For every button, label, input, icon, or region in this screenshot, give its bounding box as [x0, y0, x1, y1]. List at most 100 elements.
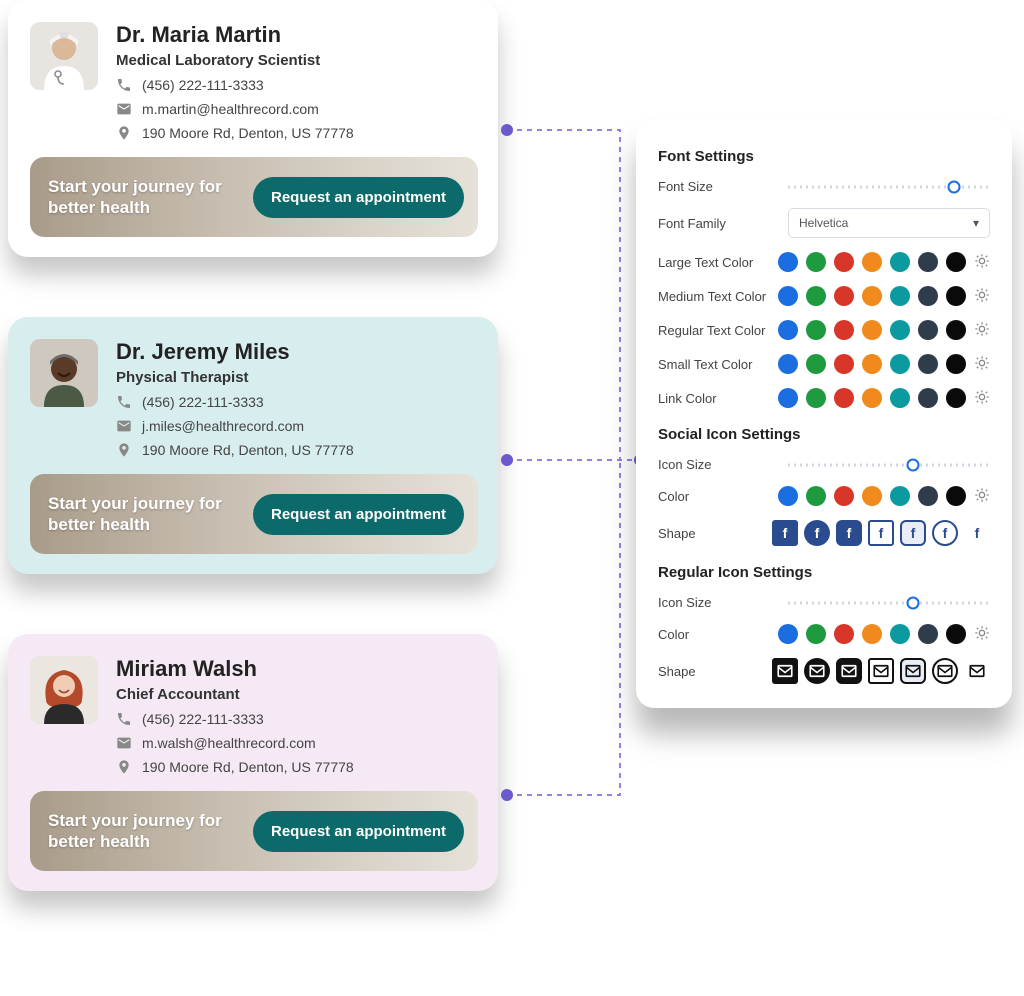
- link-color-swatch[interactable]: [834, 388, 854, 408]
- link-color-swatch[interactable]: [862, 388, 882, 408]
- social-color-swatch[interactable]: [946, 486, 966, 506]
- social-color-swatch[interactable]: [862, 486, 882, 506]
- phone-icon: [116, 394, 132, 410]
- email-value: j.miles@healthrecord.com: [142, 418, 304, 434]
- color-picker-icon[interactable]: [974, 487, 990, 506]
- link-color-swatch[interactable]: [890, 388, 910, 408]
- social-color-row: Color: [658, 486, 990, 506]
- color-picker-icon[interactable]: [974, 287, 990, 306]
- regular-text-color-swatch[interactable]: [890, 320, 910, 340]
- social-settings-heading: Social Icon Settings: [658, 426, 990, 443]
- request-appointment-button[interactable]: Request an appointment: [253, 177, 464, 218]
- social-color-swatch[interactable]: [834, 486, 854, 506]
- small-text-color-swatch[interactable]: [806, 354, 826, 374]
- medium-text-color-swatch[interactable]: [946, 286, 966, 306]
- regular-color-swatch[interactable]: [862, 624, 882, 644]
- small-text-color-swatch[interactable]: [918, 354, 938, 374]
- avatar: [30, 22, 98, 90]
- social-color-swatch[interactable]: [778, 486, 798, 506]
- social-color-swatch[interactable]: [890, 486, 910, 506]
- social-shape-circle[interactable]: f: [804, 520, 830, 546]
- medium-text-color-swatch[interactable]: [918, 286, 938, 306]
- regular-icon-size-label: Icon Size: [658, 595, 788, 610]
- color-picker-icon[interactable]: [974, 355, 990, 374]
- regular-color-swatch[interactable]: [890, 624, 910, 644]
- color-picker-icon[interactable]: [974, 389, 990, 408]
- regular-shape-outline-square[interactable]: [868, 658, 894, 684]
- medium-text-color-swatch[interactable]: [834, 286, 854, 306]
- social-shape-rounded[interactable]: f: [836, 520, 862, 546]
- small-text-color-swatches: [778, 354, 990, 374]
- social-shape-plain[interactable]: f: [964, 520, 990, 546]
- color-picker-icon[interactable]: [974, 321, 990, 340]
- regular-text-color-swatch[interactable]: [834, 320, 854, 340]
- social-shape-outline-square[interactable]: f: [868, 520, 894, 546]
- regular-text-color-swatch[interactable]: [918, 320, 938, 340]
- large-text-color-swatch[interactable]: [862, 252, 882, 272]
- regular-color-swatch[interactable]: [834, 624, 854, 644]
- large-text-color-swatch[interactable]: [778, 252, 798, 272]
- banner-tagline: Start your journey for better health: [48, 176, 248, 219]
- large-text-color-swatch[interactable]: [806, 252, 826, 272]
- request-appointment-button[interactable]: Request an appointment: [253, 494, 464, 535]
- medium-text-color-swatch[interactable]: [890, 286, 910, 306]
- regular-shape-rounded[interactable]: [836, 658, 862, 684]
- email-value: m.walsh@healthrecord.com: [142, 735, 316, 751]
- regular-text-color-swatch[interactable]: [806, 320, 826, 340]
- small-text-color-swatch[interactable]: [834, 354, 854, 374]
- link-color-swatch[interactable]: [946, 388, 966, 408]
- regular-color-swatch[interactable]: [778, 624, 798, 644]
- regular-shape-plain[interactable]: [964, 658, 990, 684]
- regular-color-swatch[interactable]: [918, 624, 938, 644]
- regular-text-color-swatch[interactable]: [946, 320, 966, 340]
- color-picker-icon[interactable]: [974, 625, 990, 644]
- cta-banner: Start your journey for better health Req…: [30, 157, 478, 237]
- regular-shape-square[interactable]: [772, 658, 798, 684]
- social-shape-outline-circle[interactable]: f: [932, 520, 958, 546]
- address-value: 190 Moore Rd, Denton, US 77778: [142, 125, 354, 141]
- social-shape-options: f f f f f f f: [772, 520, 990, 546]
- cta-banner: Start your journey for better health Req…: [30, 474, 478, 554]
- font-family-select[interactable]: Helvetica ▾: [788, 208, 990, 238]
- link-color-swatch[interactable]: [918, 388, 938, 408]
- font-size-row: Font Size: [658, 179, 990, 194]
- chevron-down-icon: ▾: [973, 216, 979, 230]
- small-text-color-label: Small Text Color: [658, 357, 778, 372]
- small-text-color-swatch[interactable]: [778, 354, 798, 374]
- regular-text-color-swatch[interactable]: [778, 320, 798, 340]
- social-icon-size-slider[interactable]: [788, 458, 990, 472]
- social-shape-outline-round[interactable]: f: [900, 520, 926, 546]
- large-text-color-swatch[interactable]: [834, 252, 854, 272]
- banner-tagline: Start your journey for better health: [48, 810, 248, 853]
- large-text-color-swatch[interactable]: [918, 252, 938, 272]
- link-color-swatch[interactable]: [806, 388, 826, 408]
- regular-icon-size-slider[interactable]: [788, 596, 990, 610]
- regular-shape-outline-circle[interactable]: [932, 658, 958, 684]
- social-color-swatch[interactable]: [918, 486, 938, 506]
- avatar: [30, 656, 98, 724]
- medium-text-color-label: Medium Text Color: [658, 289, 778, 304]
- social-shape-square[interactable]: f: [772, 520, 798, 546]
- address-value: 190 Moore Rd, Denton, US 77778: [142, 442, 354, 458]
- medium-text-color-swatches: [778, 286, 990, 306]
- medium-text-color-swatch[interactable]: [806, 286, 826, 306]
- regular-text-color-swatch[interactable]: [862, 320, 882, 340]
- card-name: Miriam Walsh: [116, 656, 354, 682]
- small-text-color-swatch[interactable]: [946, 354, 966, 374]
- social-color-swatch[interactable]: [806, 486, 826, 506]
- regular-shape-circle[interactable]: [804, 658, 830, 684]
- large-text-color-swatch[interactable]: [946, 252, 966, 272]
- regular-color-swatch[interactable]: [806, 624, 826, 644]
- font-size-slider[interactable]: [788, 180, 990, 194]
- phone-value: (456) 222-111-3333: [142, 77, 264, 93]
- request-appointment-button[interactable]: Request an appointment: [253, 811, 464, 852]
- small-text-color-swatch[interactable]: [890, 354, 910, 374]
- color-picker-icon[interactable]: [974, 253, 990, 272]
- medium-text-color-swatch[interactable]: [862, 286, 882, 306]
- link-color-swatch[interactable]: [778, 388, 798, 408]
- small-text-color-swatch[interactable]: [862, 354, 882, 374]
- medium-text-color-swatch[interactable]: [778, 286, 798, 306]
- large-text-color-swatch[interactable]: [890, 252, 910, 272]
- regular-shape-outline-round[interactable]: [900, 658, 926, 684]
- regular-color-swatch[interactable]: [946, 624, 966, 644]
